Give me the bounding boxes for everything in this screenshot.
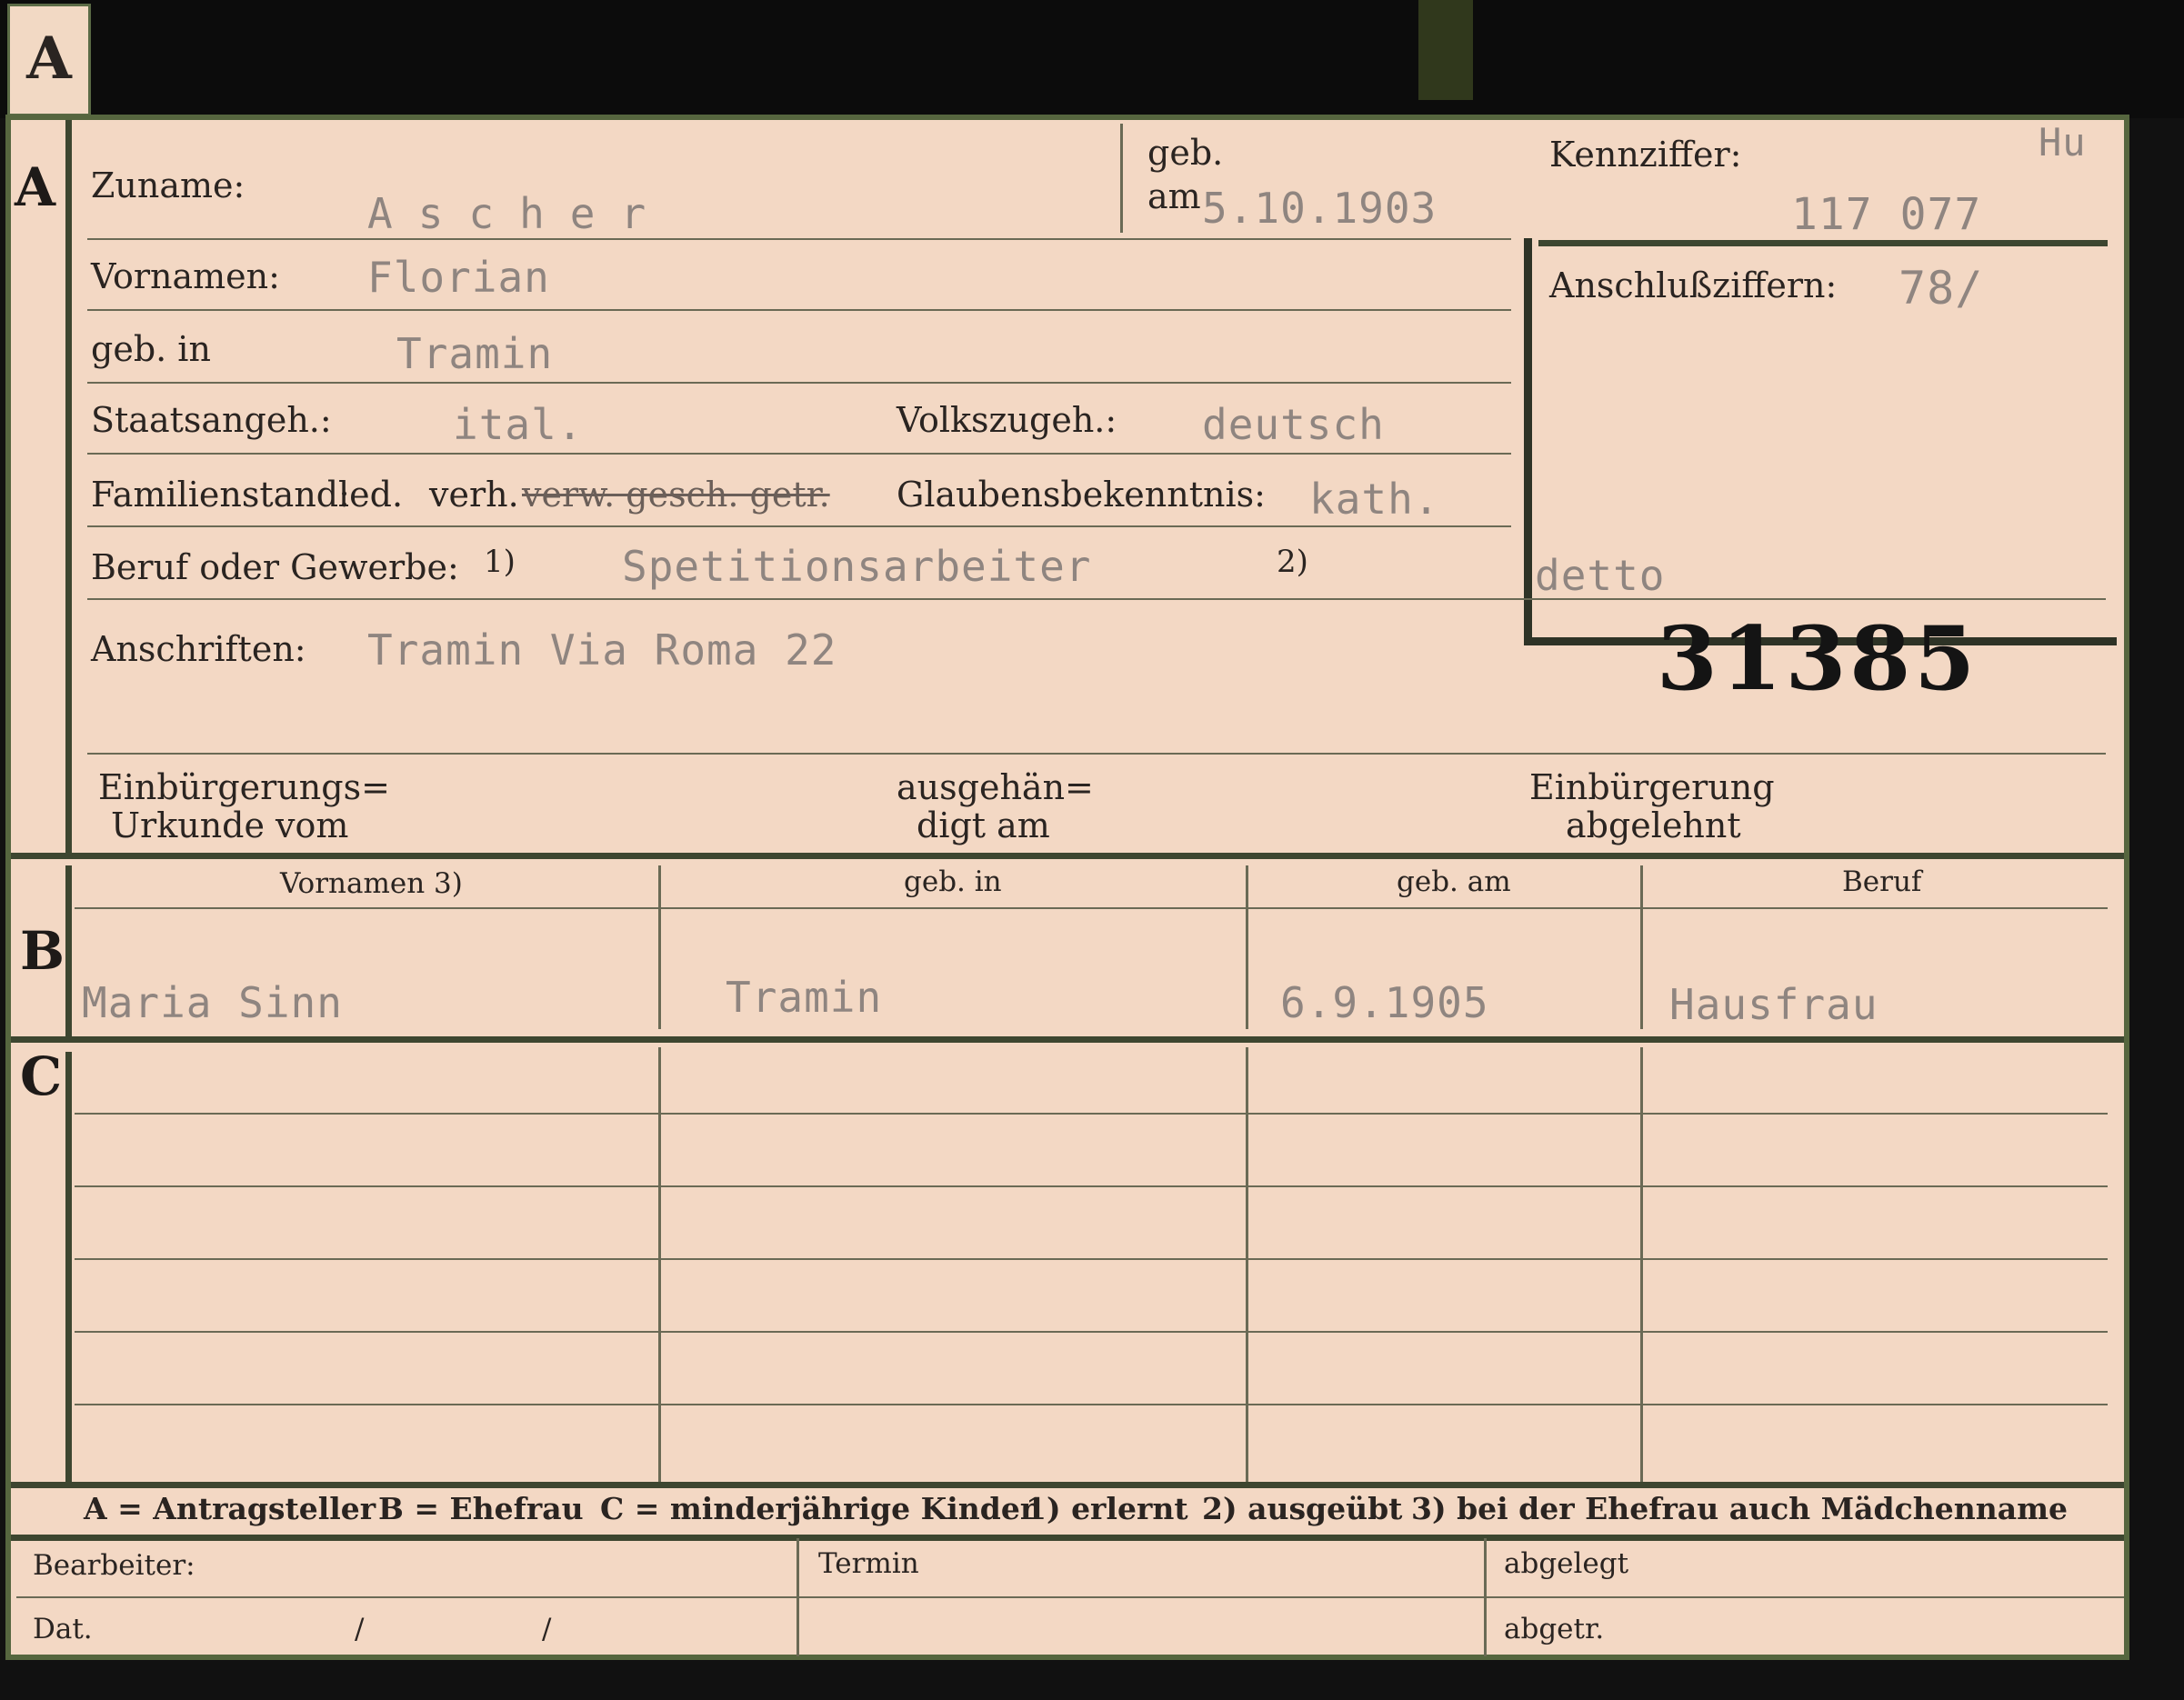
citizenship-value: ital.: [453, 400, 584, 449]
rejected-label-1: Einbürgerung: [1529, 767, 1775, 807]
birthplace-value: Tramin: [396, 329, 554, 378]
background-stripe: [1418, 0, 1473, 100]
date-slash-1: /: [355, 1613, 365, 1645]
religion-value: kath.: [1309, 475, 1440, 524]
anschluss-label: Anschlußziffern:: [1549, 265, 1838, 305]
date-label: Dat.: [33, 1613, 93, 1645]
col-header-profession: Beruf: [1842, 865, 1922, 898]
anschluss-value: 78/: [1898, 262, 1984, 315]
children-row-line-5: [75, 1404, 2108, 1405]
row-line-2: [87, 309, 1511, 311]
kennziffer-initials: Hu: [2039, 120, 2087, 165]
family-status-single: led.: [338, 475, 404, 515]
first-names-label: Vornamen:: [91, 256, 280, 296]
col-header-line: [75, 907, 2108, 909]
birth-date-value: 5.10.1903: [1202, 184, 1438, 233]
dark-background: [0, 0, 2184, 118]
legend-note-3: 3) bei der Ehefrau auch Mädchenname: [1411, 1491, 2068, 1526]
family-status-married: verh.: [429, 475, 519, 515]
kennziffer-label: Kennziffer:: [1549, 135, 1742, 175]
religion-label: Glaubensbekenntnis:: [897, 475, 1266, 515]
profession-footnote-2: 2): [1277, 544, 1308, 580]
spouse-birthplace: Tramin: [726, 973, 883, 1022]
handed-label-1: ausgehän=: [897, 767, 1094, 807]
stamp-number: 31385: [1657, 607, 1979, 710]
col-divider-2-b: [1246, 865, 1248, 1029]
children-row-line-3: [75, 1258, 2108, 1260]
legend-top-line: [11, 1482, 2124, 1488]
kennziffer-value: 117 077: [1791, 189, 1982, 240]
margin-line-c: [65, 1052, 72, 1488]
tab-letter: A: [26, 25, 72, 93]
profession-footnote-1: 1): [484, 544, 516, 580]
birthdate-divider: [1120, 124, 1123, 233]
col-divider-1-b: [658, 865, 661, 1029]
legend-bottom-line: [11, 1535, 2124, 1541]
margin-line-b: [65, 865, 72, 1043]
legend-c: C = minderjährige Kinder: [600, 1491, 1037, 1526]
legend-b: B = Ehefrau: [378, 1491, 584, 1526]
section-c-top-line: [11, 1036, 2124, 1043]
profession-value: Spetitionsarbeiter: [622, 542, 1092, 591]
row-line-4: [87, 453, 1511, 455]
registration-card: A B C Kennziffer: Hu 117 077 Anschlußzif…: [5, 115, 2129, 1660]
rejected-label-2: abgelehnt: [1566, 805, 1741, 845]
first-names-value: Florian: [367, 253, 550, 302]
spouse-birthdate: 6.9.1905: [1280, 978, 1489, 1027]
row-line-5: [87, 525, 1511, 527]
legend-a: A = Antragsteller: [84, 1491, 376, 1526]
ethnicity-label: Volkszugeh.:: [897, 400, 1117, 440]
row-line-1: [87, 238, 1511, 240]
filed-label: abgelegt: [1504, 1547, 1629, 1580]
row-line-3: [87, 382, 1511, 384]
ethnicity-value: deutsch: [1202, 400, 1385, 449]
naturalization-label-1: Einbürgerungs=: [98, 767, 390, 807]
profession-value-2: detto: [1535, 551, 1666, 600]
termin-label: Termin: [818, 1547, 919, 1580]
children-row-line-1: [75, 1113, 2108, 1115]
surname-value: Ascher: [367, 189, 672, 238]
family-status-label: Familienstand:: [91, 475, 350, 515]
worker-label: Bearbeiter:: [33, 1549, 195, 1582]
section-letter-a: A: [15, 156, 56, 218]
legend-note-2: 2) ausgeübt: [1202, 1491, 1403, 1526]
birth-label-geb: geb.: [1147, 133, 1224, 173]
address-value: Tramin Via Roma 22: [367, 625, 837, 675]
legend-note-1: 1) erlernt: [1026, 1491, 1188, 1526]
family-status-struck: verw. gesch. getr.: [522, 475, 830, 515]
section-letter-b: B: [20, 920, 65, 982]
removed-label: abgetr.: [1504, 1613, 1605, 1645]
surname-label: Zuname:: [91, 165, 245, 205]
spouse-first-names: Maria Sinn: [82, 978, 343, 1027]
row-line-7: [87, 753, 2106, 755]
address-label: Anschriften:: [91, 629, 306, 669]
section-b-top-line: [11, 853, 2124, 859]
date-slash-2: /: [542, 1613, 552, 1645]
citizenship-label: Staatsangeh.:: [91, 400, 332, 440]
children-row-line-2: [75, 1185, 2108, 1187]
margin-line-a: [65, 120, 72, 856]
spouse-profession: Hausfrau: [1669, 980, 1878, 1029]
row-line-6: [87, 598, 2106, 600]
birthplace-label: geb. in: [91, 329, 211, 369]
col-header-birthplace: geb. in: [904, 865, 1002, 898]
kenn-divider: [1538, 240, 2108, 246]
profession-label: Beruf oder Gewerbe:: [91, 547, 459, 587]
col-divider-3-b: [1640, 865, 1643, 1029]
index-tab: A: [7, 4, 91, 116]
naturalization-label-2: Urkunde vom: [111, 805, 349, 845]
children-row-line-4: [75, 1331, 2108, 1333]
section-letter-c: C: [20, 1045, 63, 1107]
handed-label-2: digt am: [917, 805, 1050, 845]
col-header-birthdate: geb. am: [1397, 865, 1511, 898]
birth-label-am: am: [1147, 176, 1201, 216]
col-header-first-names: Vornamen 3): [280, 867, 463, 900]
footer-mid-line: [16, 1596, 2124, 1598]
